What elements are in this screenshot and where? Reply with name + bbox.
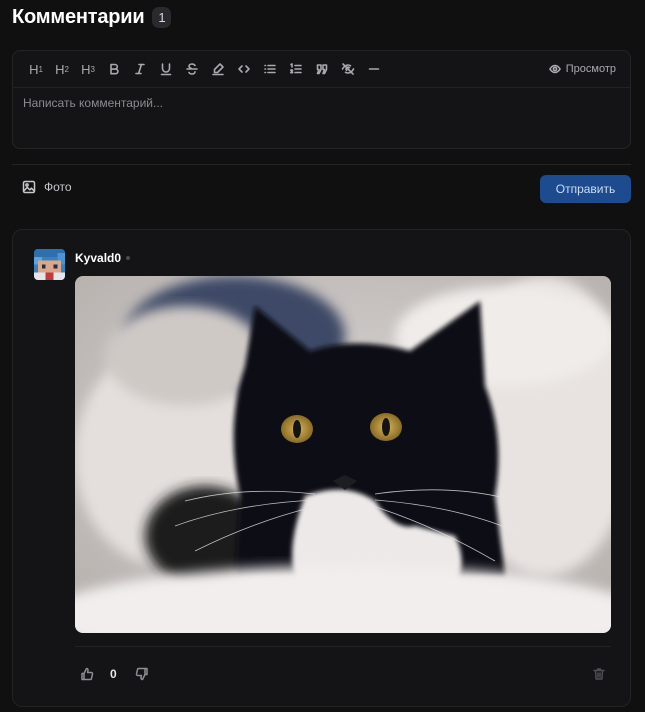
heading-2-sub: 2 — [64, 64, 69, 74]
preview-label: Просмотр — [565, 63, 616, 75]
avatar[interactable] — [34, 249, 65, 280]
thumbs-up-icon — [81, 667, 94, 681]
minus-icon — [368, 68, 380, 70]
strikethrough-button[interactable] — [179, 56, 205, 82]
separator-dot — [126, 256, 130, 260]
editor-toolbar: H1 H2 H3 Просмотр — [13, 51, 630, 88]
comment-score: 0 — [110, 667, 117, 681]
heading-2-button[interactable]: H2 — [49, 56, 75, 82]
heading-1-label: H — [29, 61, 39, 77]
comment-editor: H1 H2 H3 Просмотр Написать комментарий..… — [12, 50, 631, 149]
heading-3-sub: 3 — [90, 64, 95, 74]
code-button[interactable] — [231, 56, 257, 82]
bold-icon — [110, 63, 119, 75]
underline-icon — [160, 63, 172, 76]
heading-2-label: H — [55, 61, 65, 77]
comment-author[interactable]: Kyvald0 — [75, 251, 121, 265]
image-icon — [22, 180, 36, 194]
bold-button[interactable] — [101, 56, 127, 82]
ordered-list-button[interactable] — [283, 56, 309, 82]
highlight-button[interactable] — [205, 56, 231, 82]
heading-1-sub: 1 — [38, 64, 43, 74]
comment-count-badge: 1 — [152, 7, 172, 28]
page-title: Комментарии — [12, 6, 145, 28]
underline-button[interactable] — [153, 56, 179, 82]
thumbs-down-icon — [135, 667, 148, 681]
send-button[interactable]: Отправить — [540, 175, 631, 203]
comment-divider — [75, 646, 611, 647]
like-button[interactable] — [78, 665, 96, 683]
comment-card: Kyvald0 0 — [12, 229, 631, 707]
code-icon — [238, 65, 250, 73]
italic-button[interactable] — [127, 56, 153, 82]
eye-off-icon — [341, 63, 355, 75]
trash-icon — [593, 668, 605, 680]
strikethrough-icon — [186, 63, 198, 75]
bullet-list-icon — [264, 64, 276, 74]
preview-button[interactable]: Просмотр — [548, 51, 616, 87]
quote-icon — [316, 64, 328, 75]
highlighter-icon — [212, 63, 224, 76]
comment-photo[interactable] — [75, 276, 611, 633]
eye-icon — [548, 64, 561, 74]
heading-3-label: H — [81, 61, 91, 77]
heading-1-button[interactable]: H1 — [23, 56, 49, 82]
horizontal-rule-button[interactable] — [361, 56, 387, 82]
attach-photo-button[interactable]: Фото — [22, 180, 72, 194]
spoiler-button[interactable] — [335, 56, 361, 82]
photo-label: Фото — [44, 180, 72, 194]
comments-header: Комментарии 1 — [12, 6, 172, 29]
bullet-list-button[interactable] — [257, 56, 283, 82]
heading-3-button[interactable]: H3 — [75, 56, 101, 82]
italic-icon — [135, 63, 145, 75]
comment-input[interactable]: Написать комментарий... — [23, 96, 163, 110]
quote-button[interactable] — [309, 56, 335, 82]
ordered-list-icon — [290, 63, 302, 74]
editor-divider — [12, 164, 631, 165]
dislike-button[interactable] — [133, 665, 151, 683]
delete-button[interactable] — [590, 665, 608, 683]
